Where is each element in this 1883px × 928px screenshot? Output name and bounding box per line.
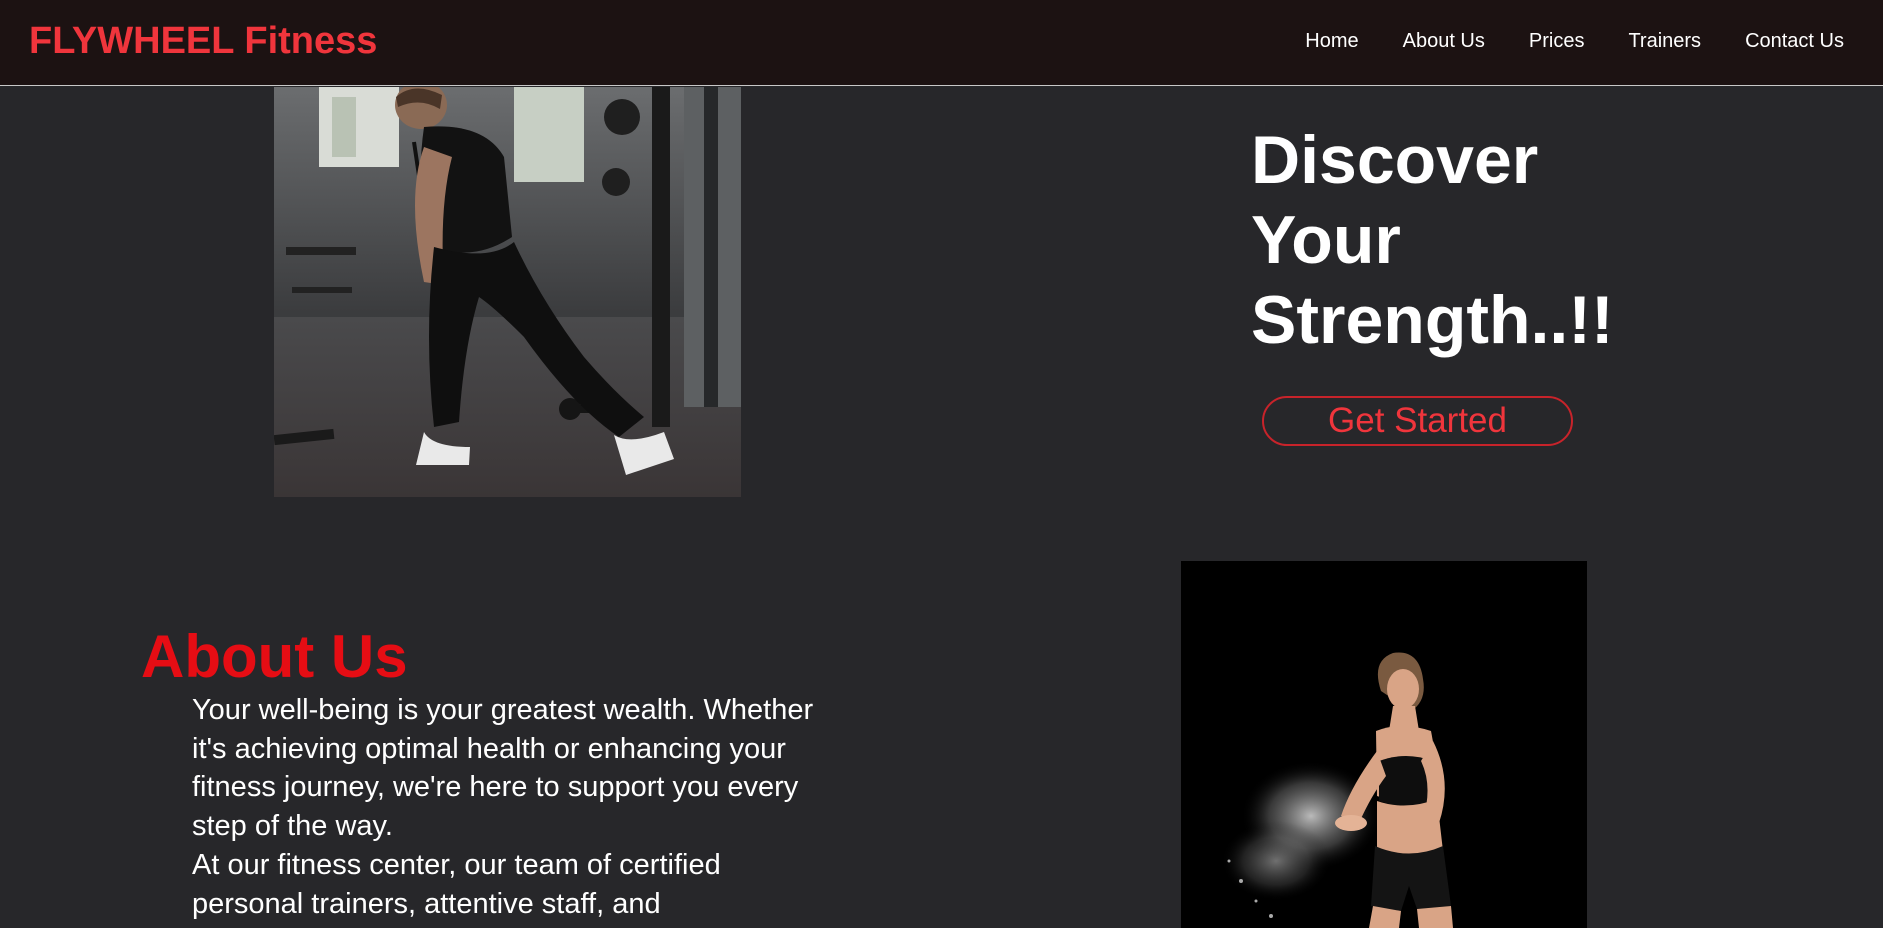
about-image [1181, 561, 1587, 928]
nav-link-contact-us[interactable]: Contact Us [1745, 28, 1844, 54]
navbar: FLYWHEEL Fitness Home About Us Prices Tr… [0, 0, 1883, 86]
hero-image [274, 87, 741, 497]
nav-link-about-us[interactable]: About Us [1403, 28, 1485, 54]
hero-title: Discover Your Strength..!! [1251, 122, 1614, 358]
get-started-button[interactable]: Get Started [1262, 396, 1573, 446]
about-description: Your well-being is your greatest wealth.… [192, 691, 832, 923]
about-paragraph: Your well-being is your greatest wealth.… [192, 694, 814, 843]
nav-menu: Home About Us Prices Trainers Contact Us [1305, 28, 1844, 54]
brand-logo[interactable]: FLYWHEEL Fitness [29, 18, 377, 64]
about-paragraph: At our fitness center, our team of certi… [192, 848, 721, 920]
nav-link-prices[interactable]: Prices [1529, 28, 1585, 54]
about-heading: About Us [141, 623, 408, 690]
nav-link-trainers[interactable]: Trainers [1628, 28, 1701, 54]
nav-link-home[interactable]: Home [1305, 28, 1358, 54]
